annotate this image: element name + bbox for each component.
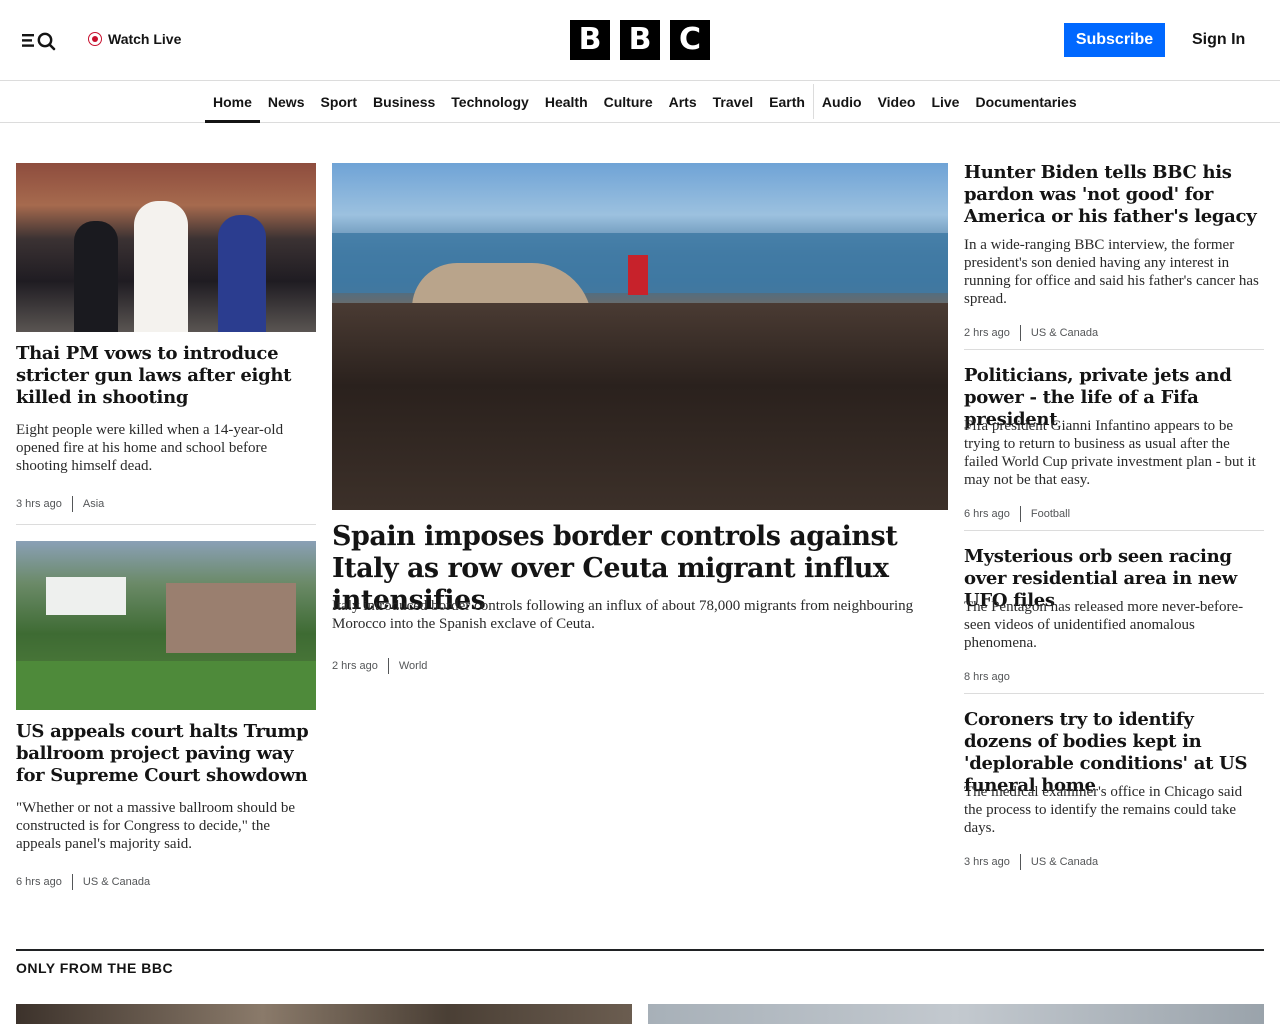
nav-item-home[interactable]: Home: [205, 81, 260, 123]
story-summary-main: Italy introduced border controls followi…: [332, 598, 914, 632]
story-meta-hunter: 2 hrs ago US & Canada: [964, 325, 1098, 341]
story-meta-fifa: 6 hrs ago Football: [964, 506, 1070, 522]
subscribe-button[interactable]: Subscribe: [1064, 23, 1165, 57]
nav-item-news[interactable]: News: [260, 81, 313, 122]
story-tag[interactable]: US & Canada: [1031, 856, 1098, 868]
story-tag[interactable]: US & Canada: [83, 876, 150, 888]
nav-item-documentaries[interactable]: Documentaries: [967, 81, 1084, 122]
divider: [964, 693, 1264, 694]
story-meta-coroners: 3 hrs ago US & Canada: [964, 854, 1098, 870]
divider: [964, 349, 1264, 350]
story-image-ballroom[interactable]: [16, 541, 316, 710]
nav-item-health[interactable]: Health: [537, 81, 596, 122]
main-navigation: Home News Sport Business Technology Heal…: [0, 81, 1280, 123]
nav-item-audio[interactable]: Audio: [814, 81, 870, 122]
divider: [964, 530, 1264, 531]
story-summary-thai: Eight people were killed when a 14-year-…: [16, 422, 284, 474]
story-summary-hunter: In a wide-ranging BBC interview, the for…: [964, 237, 1259, 307]
story-tag[interactable]: World: [399, 660, 428, 672]
feature-image-left[interactable]: [16, 1004, 632, 1024]
story-summary-fifa: Fifa president Gianni Infantino appears …: [964, 418, 1256, 488]
story-headline-trump[interactable]: US appeals court halts Trump ballroom pr…: [16, 721, 316, 787]
nav-item-arts[interactable]: Arts: [661, 81, 705, 122]
story-image-thai[interactable]: [16, 163, 316, 332]
story-meta-ufo: 8 hrs ago: [964, 669, 1010, 685]
menu-search-icon: [22, 32, 56, 51]
watch-live-label: Watch Live: [108, 31, 182, 47]
story-summary-trump: "Whether or not a massive ballroom shoul…: [16, 800, 295, 852]
logo-letter: B: [620, 20, 660, 60]
story-meta-trump: 6 hrs ago US & Canada: [16, 874, 150, 890]
section-title: ONLY FROM THE BBC: [16, 960, 174, 976]
nav-item-video[interactable]: Video: [870, 81, 924, 122]
section-divider: [16, 949, 1264, 951]
divider: [16, 524, 316, 525]
story-meta-thai: 3 hrs ago Asia: [16, 496, 104, 512]
story-time: 3 hrs ago: [16, 498, 62, 510]
story-tag[interactable]: Football: [1031, 508, 1070, 520]
story-time: 2 hrs ago: [332, 660, 378, 672]
story-time: 3 hrs ago: [964, 856, 1010, 868]
top-bar: Watch Live B B C Subscribe Sign In: [0, 0, 1280, 81]
story-meta-main: 2 hrs ago World: [332, 658, 427, 674]
story-time: 6 hrs ago: [964, 508, 1010, 520]
story-headline-hunter[interactable]: Hunter Biden tells BBC his pardon was 'n…: [964, 162, 1264, 228]
story-time: 6 hrs ago: [16, 876, 62, 888]
sign-in-link[interactable]: Sign In: [1192, 28, 1245, 52]
logo-letter: B: [570, 20, 610, 60]
story-summary-ufo: The Pentagon has released more never-bef…: [964, 599, 1244, 651]
nav-item-culture[interactable]: Culture: [596, 81, 661, 122]
nav-item-sport[interactable]: Sport: [312, 81, 365, 122]
nav-item-business[interactable]: Business: [365, 81, 443, 122]
nav-item-travel[interactable]: Travel: [705, 81, 761, 122]
live-icon: [88, 32, 102, 46]
bbc-logo[interactable]: B B C: [570, 20, 710, 60]
logo-letter: C: [670, 20, 710, 60]
story-summary-coroners: The medical examiner's office in Chicago…: [964, 784, 1243, 836]
nav-item-earth[interactable]: Earth: [761, 81, 813, 122]
story-tag[interactable]: Asia: [83, 498, 104, 510]
story-headline-thai[interactable]: Thai PM vows to introduce stricter gun l…: [16, 343, 316, 409]
watch-live-link[interactable]: Watch Live: [88, 29, 181, 49]
story-time: 8 hrs ago: [964, 671, 1010, 683]
story-time: 2 hrs ago: [964, 327, 1010, 339]
feature-image-right[interactable]: [648, 1004, 1264, 1024]
nav-item-live[interactable]: Live: [923, 81, 967, 122]
story-image-main[interactable]: [332, 163, 948, 510]
nav-item-technology[interactable]: Technology: [443, 81, 537, 122]
menu-search-button[interactable]: [20, 26, 64, 54]
story-tag[interactable]: US & Canada: [1031, 327, 1098, 339]
